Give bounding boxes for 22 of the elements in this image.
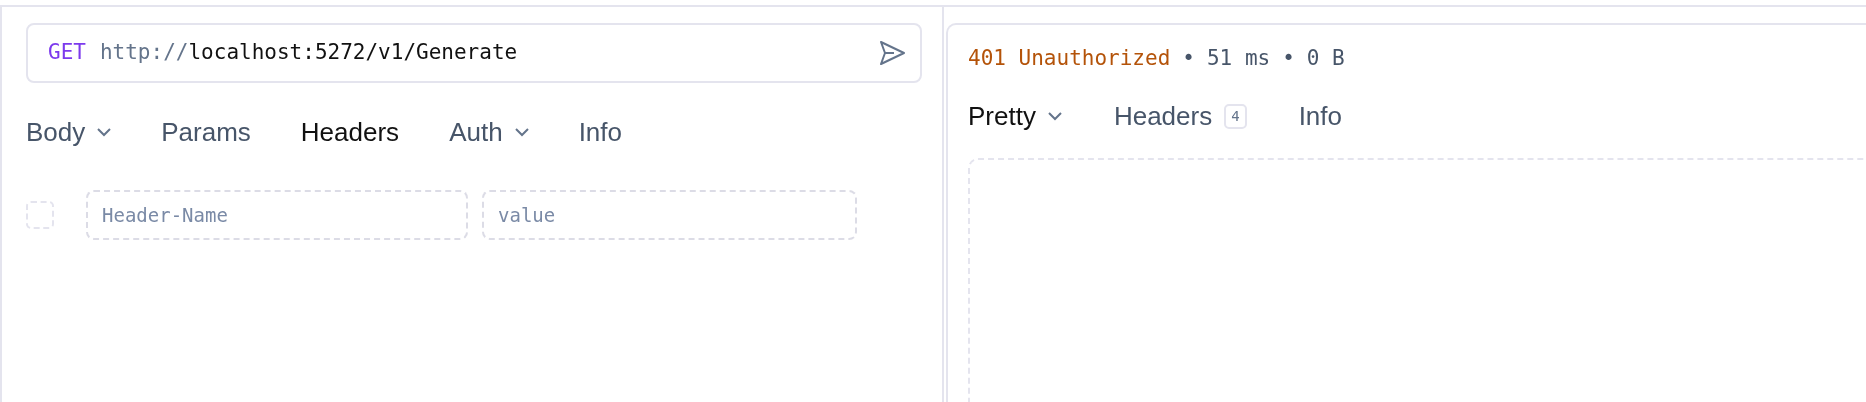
response-meta: 51 ms [1206,45,1271,72]
tab[interactable]: Info [578,113,622,152]
status-text: 401 Unauthorized [968,45,1171,72]
url-text: localhost:5272/v1/Generate [188,39,518,67]
url-scheme: http:// [99,39,189,67]
url-field[interactable]: GET http://localhost:5272/v1/Generate [26,23,922,83]
method-label[interactable]: GET [48,37,86,69]
response-meta: • [1282,45,1295,72]
tab[interactable]: Info [1298,96,1342,136]
header-name-field[interactable]: Header-Name [86,190,468,240]
tab[interactable]: Headers 4 [1113,96,1247,136]
count-badge: 4 [1224,103,1247,129]
tab[interactable]: Headers [300,113,400,152]
tab[interactable]: Params [161,113,251,152]
tab[interactable]: Body [26,113,112,152]
header-value-field[interactable]: value [482,190,857,240]
response-meta: • [1182,45,1195,72]
response-meta: 0 B [1306,45,1345,72]
checkbox[interactable] [26,201,54,229]
send-icon[interactable] [878,40,906,66]
tab[interactable]: Auth [449,113,529,152]
tab[interactable]: Pretty [968,96,1062,136]
